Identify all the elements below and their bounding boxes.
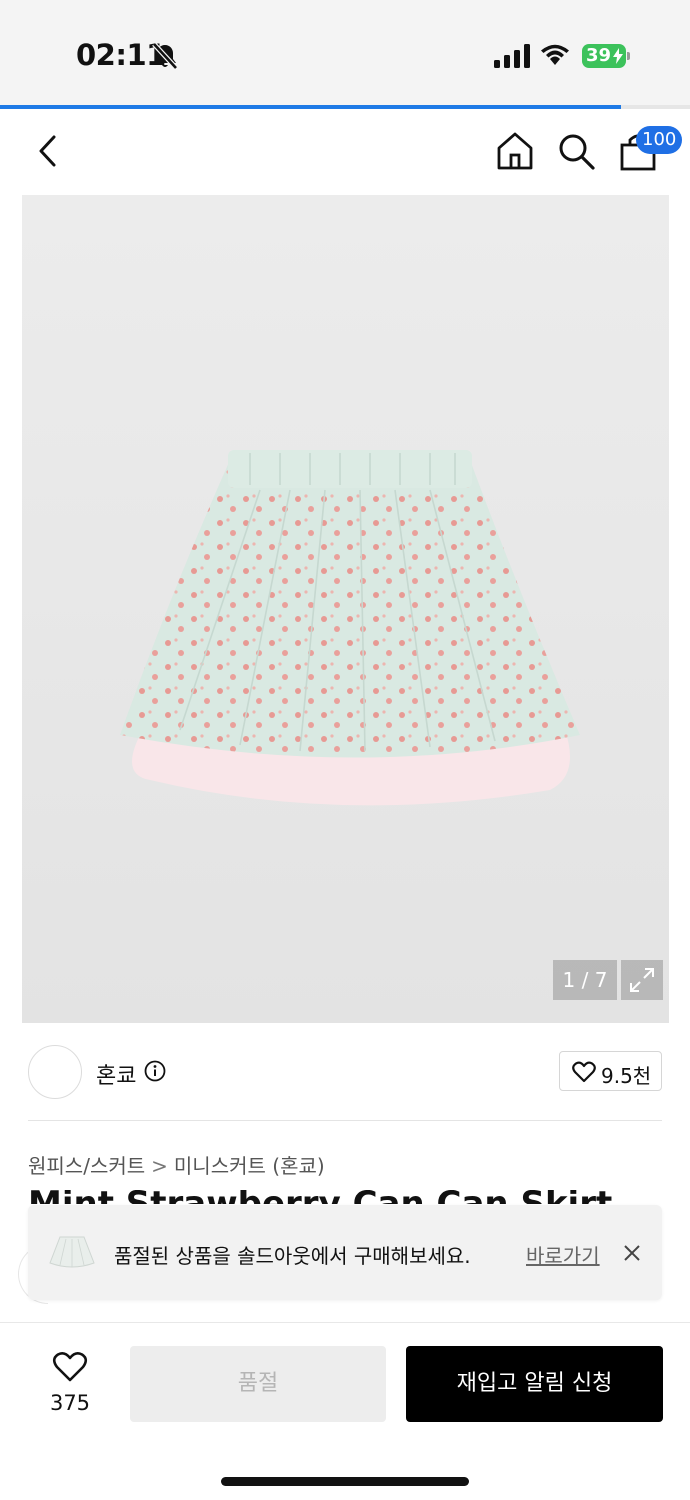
- toast-message: 품절된 상품을 솔드아웃에서 구매해보세요.: [114, 1244, 471, 1268]
- soldout-toast: 품절된 상품을 솔드아웃에서 구매해보세요. 바로가기: [28, 1205, 662, 1300]
- bell-off-icon: [152, 42, 178, 70]
- home-indicator: [221, 1477, 469, 1486]
- status-bar: 02:11 39: [0, 0, 690, 105]
- top-navigation: 100: [0, 109, 690, 195]
- wishlist-button[interactable]: 375: [40, 1351, 100, 1421]
- breadcrumb-item-category[interactable]: 원피스/스커트: [28, 1150, 145, 1179]
- wifi-icon: [541, 44, 569, 65]
- product-photo: [120, 450, 580, 806]
- product-title: Mint Strawberry Can Can Skirt: [28, 1190, 662, 1204]
- toast-shortcut-link[interactable]: 바로가기: [526, 1240, 600, 1269]
- cart-count-badge: 100: [636, 126, 683, 154]
- expand-icon: [630, 968, 654, 992]
- product-thumbnail[interactable]: [46, 1229, 98, 1275]
- soldout-button: 품절: [130, 1346, 386, 1422]
- battery-level: 39: [586, 45, 612, 66]
- heart-icon: [572, 1061, 596, 1083]
- image-counter: 1 / 7: [553, 960, 617, 1000]
- brand-row: 혼쿄 9.5천: [0, 1023, 690, 1120]
- product-image-gallery[interactable]: 1 / 7: [22, 195, 669, 1023]
- brand-avatar[interactable]: [28, 1045, 82, 1099]
- heart-icon: [52, 1352, 88, 1382]
- divider: [28, 1120, 662, 1121]
- restock-alert-button[interactable]: 재입고 알림 신청: [406, 1346, 663, 1422]
- wishlist-count: 375: [49, 1391, 91, 1415]
- brand-like-button[interactable]: 9.5천: [559, 1051, 662, 1091]
- back-icon[interactable]: [30, 131, 66, 171]
- breadcrumb-separator: >: [151, 1154, 168, 1178]
- expand-button[interactable]: [621, 960, 663, 1000]
- charging-bolt-icon: [613, 48, 623, 64]
- brand-name[interactable]: 혼쿄: [96, 1058, 136, 1090]
- brand-like-count: 9.5천: [601, 1064, 652, 1088]
- breadcrumb-item-subcategory[interactable]: 미니스커트 (혼쿄): [174, 1150, 325, 1179]
- battery-charging-icon: 39: [582, 44, 630, 68]
- search-icon[interactable]: [556, 131, 596, 171]
- bottom-action-bar: 375 품절 재입고 알림 신청: [0, 1322, 690, 1500]
- home-icon[interactable]: [496, 131, 534, 171]
- breadcrumb: 원피스/스커트 > 미니스커트 (혼쿄): [28, 1150, 325, 1179]
- info-icon[interactable]: [144, 1060, 166, 1082]
- signal-icon: [494, 44, 530, 68]
- close-icon[interactable]: [621, 1242, 643, 1264]
